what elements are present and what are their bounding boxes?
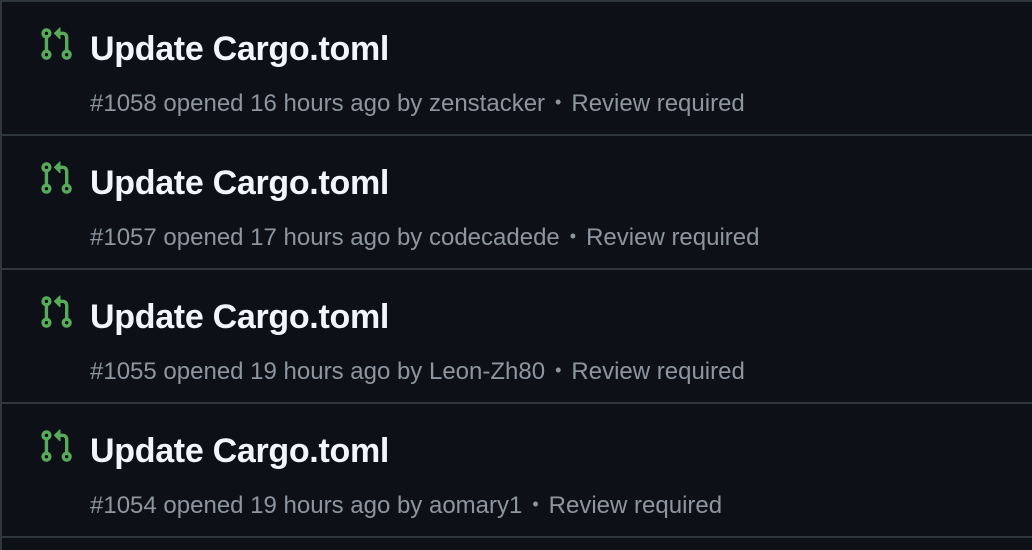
git-pull-request-open-icon xyxy=(38,294,74,330)
review-status-link[interactable]: Review required xyxy=(571,90,744,117)
pull-request-list: Update Cargo.toml #1058 opened 16 hours … xyxy=(0,0,1032,550)
author-link[interactable]: aomary1 xyxy=(429,492,522,519)
pull-request-meta: #1054 opened 19 hours ago by aomary1 • Rev… xyxy=(90,488,722,525)
opened-text: opened 17 hours ago by xyxy=(163,224,423,251)
pull-request-title-link[interactable]: Update Cargo.toml xyxy=(90,294,389,340)
pull-request-number-link[interactable]: #1055 xyxy=(90,358,157,385)
separator-dot: • xyxy=(555,92,562,112)
git-pull-request-open-icon xyxy=(38,26,74,62)
opened-text: opened 16 hours ago by xyxy=(163,90,423,117)
pull-request-number-link[interactable]: #1054 xyxy=(90,492,157,519)
separator-dot: • xyxy=(532,494,539,514)
review-status-link[interactable]: Review required xyxy=(571,358,744,385)
pull-request-title-link[interactable]: Update Cargo.toml xyxy=(90,160,389,206)
git-pull-request-open-icon xyxy=(38,160,74,196)
review-status-link[interactable]: Review required xyxy=(549,492,722,519)
pull-request-row[interactable]: Update Cargo.toml #1058 opened 16 hours … xyxy=(2,2,1032,136)
opened-text: opened 19 hours ago by xyxy=(163,358,423,385)
pull-request-title-link[interactable]: Update Cargo.toml xyxy=(90,428,389,474)
separator-dot: • xyxy=(569,226,577,246)
pull-request-meta: #1057 opened 17 hours ago by codecadede •… xyxy=(90,220,760,257)
pull-request-row[interactable]: Update Cargo.toml #1057 opened 17 hours … xyxy=(2,136,1032,270)
separator-dot: • xyxy=(555,360,562,380)
pull-request-row[interactable]: Update Cargo.toml #1055 opened 19 hours … xyxy=(2,270,1032,404)
author-link[interactable]: zenstacker xyxy=(429,90,545,117)
review-status-link[interactable]: Review required xyxy=(586,224,759,251)
pull-request-meta: #1055 opened 19 hours ago by Leon-Zh80 • R… xyxy=(90,354,745,391)
pull-request-row[interactable]: Update Cargo.toml #1054 opened 19 hours … xyxy=(2,404,1032,538)
author-link[interactable]: codecadede xyxy=(429,224,560,251)
pull-request-title-link[interactable]: Update Cargo.toml xyxy=(90,26,389,72)
pull-request-number-link[interactable]: #1058 xyxy=(90,90,157,117)
opened-text: opened 19 hours ago by xyxy=(163,492,423,519)
pull-request-number-link[interactable]: #1057 xyxy=(90,224,157,251)
author-link[interactable]: Leon-Zh80 xyxy=(429,358,545,385)
git-pull-request-open-icon xyxy=(38,428,74,464)
pull-request-meta: #1058 opened 16 hours ago by zenstacker •… xyxy=(90,86,745,123)
